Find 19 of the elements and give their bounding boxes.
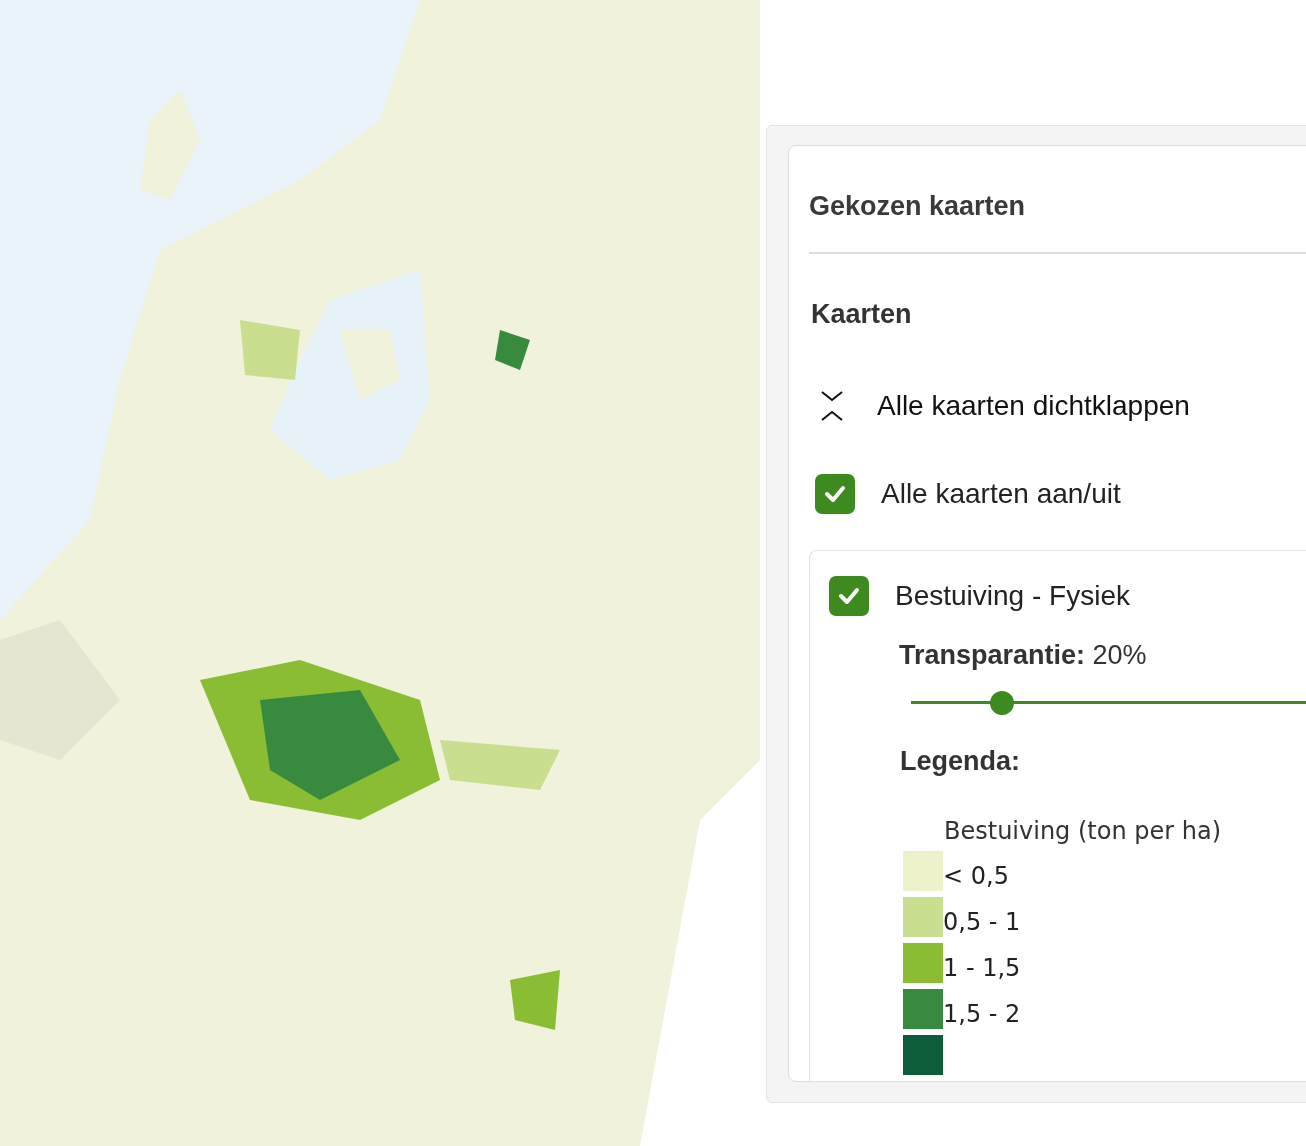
legend-label: 1,5 - 2 — [943, 999, 1021, 1029]
transparency-slider[interactable] — [911, 691, 1306, 715]
legend-heading: Legenda: — [900, 746, 1021, 777]
transparency-label: Transparantie: 20% — [899, 640, 1148, 671]
legend-label: 0,5 - 1 — [943, 907, 1021, 937]
legend-label: 1 - 1,5 — [943, 953, 1021, 983]
slider-thumb[interactable] — [990, 691, 1014, 715]
checkbox[interactable] — [815, 474, 855, 514]
panel-title: Gekozen kaarten — [809, 190, 1027, 223]
collapse-icon — [821, 391, 843, 421]
checkbox-label: Alle kaarten aan/uit — [881, 478, 1121, 510]
check-icon — [824, 485, 846, 503]
legend-title: Bestuiving (ton per ha) — [944, 817, 1223, 845]
collapse-all-button[interactable]: Alle kaarten dichtklappen — [809, 386, 1190, 426]
layer-name: Bestuiving - Fysiek — [895, 580, 1130, 612]
legend-label: < 0,5 — [943, 861, 1009, 891]
section-title: Kaarten — [810, 298, 913, 331]
check-icon — [838, 587, 860, 605]
checkbox[interactable] — [829, 576, 869, 616]
